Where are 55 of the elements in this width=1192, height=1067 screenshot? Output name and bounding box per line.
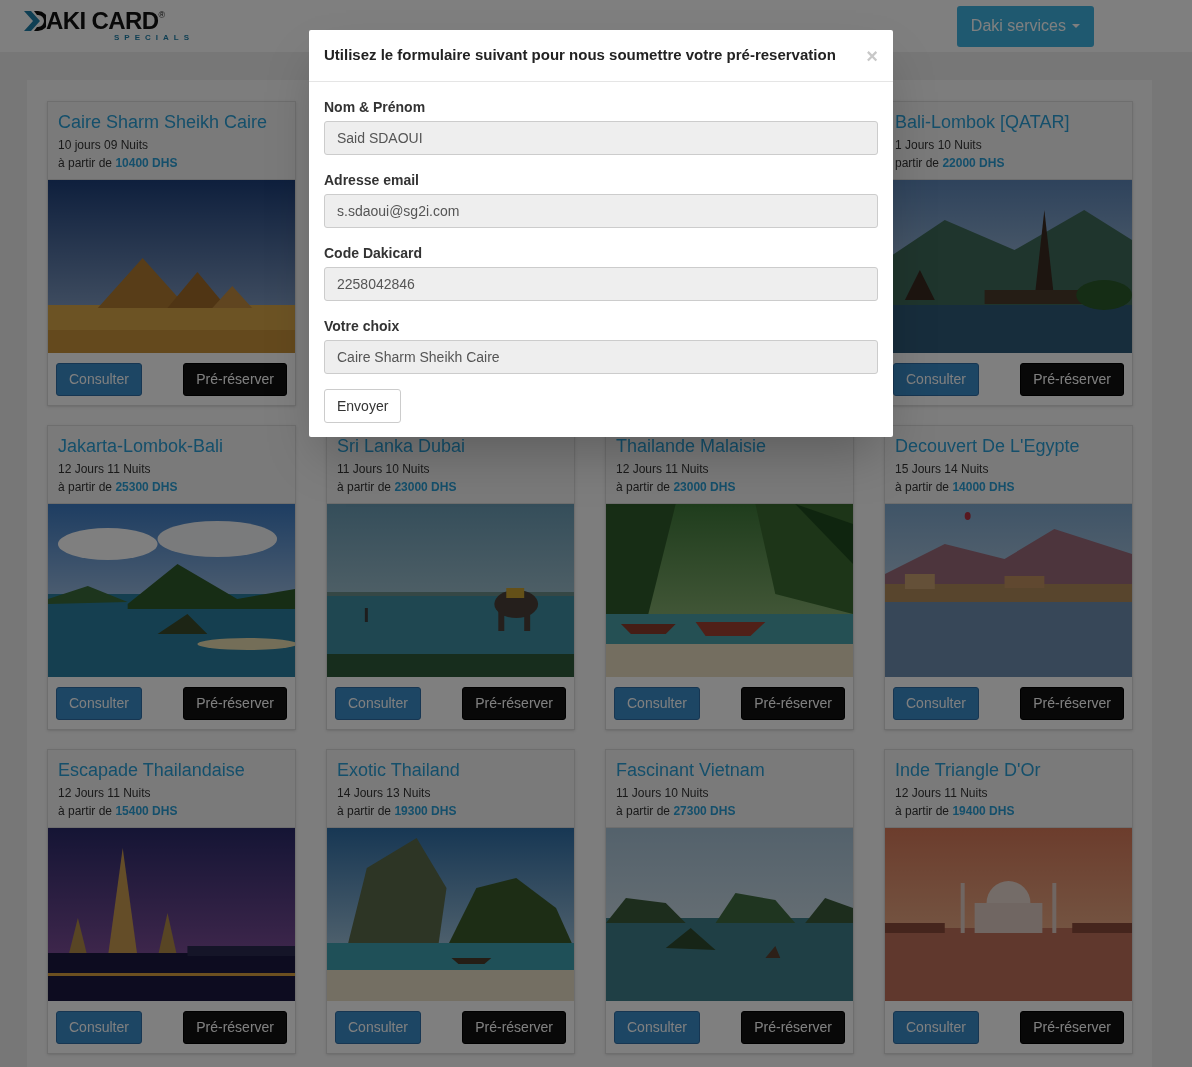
trip-price: à partir de 19300 DHS: [337, 803, 458, 820]
trip-price: à partir de 19400 DHS: [895, 803, 1016, 820]
trip-duration: 15 Jours 14 Nuits: [895, 461, 990, 478]
trip-title: Inde Triangle D'Or: [895, 759, 1042, 782]
trip-price: à partir de 15400 DHS: [58, 803, 179, 820]
pre-book-button[interactable]: Pré-réserver: [462, 1010, 566, 1044]
text-field[interactable]: 2258042846: [324, 267, 878, 301]
pre-book-button[interactable]: Pré-réserver: [462, 686, 566, 720]
pre-book-button[interactable]: Pré-réserver: [1020, 686, 1124, 720]
registered-mark: ®: [158, 9, 166, 20]
trip-duration: 12 Jours 11 Nuits: [58, 785, 152, 802]
trip-duration: 11 Jours 10 Nuits: [337, 461, 431, 478]
trip-title: Thailande Malaisie: [616, 435, 768, 458]
trip-title: Escapade Thailandaise: [58, 759, 246, 782]
trip-price: à partir de 10400 DHS: [58, 155, 179, 172]
trip-duration: 14 Jours 13 Nuits: [337, 785, 432, 802]
trip-price: partir de 22000 DHS: [895, 155, 1006, 172]
field-label: Code Dakicard: [324, 244, 424, 263]
field-label: Votre choix: [324, 317, 401, 336]
trip-duration: 12 Jours 11 Nuits: [58, 461, 152, 478]
trip-price: à partir de 23000 DHS: [337, 479, 458, 496]
chevron-logo-icon: [24, 11, 46, 31]
pre-book-button[interactable]: Pré-réserver: [183, 1010, 287, 1044]
trip-title: Fascinant Vietnam: [616, 759, 766, 782]
pre-book-button[interactable]: Pré-réserver: [183, 362, 287, 396]
caret-icon: [1072, 24, 1080, 28]
submit-button[interactable]: Envoyer: [324, 389, 402, 423]
trip-price: à partir de 23000 DHS: [616, 479, 737, 496]
trip-duration: 12 Jours 11 Nuits: [616, 461, 710, 478]
trip-duration: 12 Jours 11 Nuits: [895, 785, 989, 802]
field-label: Nom & Prénom: [324, 98, 427, 117]
trip-title: Caire Sharm Sheikh Caire: [58, 111, 269, 134]
dialog-title: Utilisez le formulaire suivant pour nous soumettre votre pré-reservation: [324, 45, 836, 66]
pre-book-button[interactable]: Pré-réserver: [183, 686, 287, 720]
pre-book-button[interactable]: Pré-réserver: [1020, 362, 1124, 396]
logo-text: AKI CARD: [46, 9, 159, 33]
text-field[interactable]: Said SDAOUI: [324, 121, 878, 155]
trip-price: à partir de 27300 DHS: [616, 803, 737, 820]
pre-book-button[interactable]: Pré-réserver: [741, 1010, 845, 1044]
trip-title: Decouvert De L'Egypte: [895, 435, 1081, 458]
trip-duration: 11 Jours 10 Nuits: [616, 785, 710, 802]
pre-book-button[interactable]: Pré-réserver: [741, 686, 845, 720]
text-field[interactable]: Caire Sharm Sheikh Caire: [324, 340, 878, 374]
text-field[interactable]: s.sdaoui@sg2i.com: [324, 194, 878, 228]
trip-title: Jakarta-Lombok-Bali: [58, 435, 225, 458]
logo-tagline: SPECIALS: [114, 33, 194, 43]
field-label: Adresse email: [324, 171, 420, 190]
trip-price: à partir de 25300 DHS: [58, 479, 179, 496]
trip-duration: 10 jours 09 Nuits: [58, 137, 150, 154]
trip-title: Exotic Thailand: [337, 759, 461, 782]
trip-price: à partir de 14000 DHS: [895, 479, 1016, 496]
trip-title: Bali-Lombok [QATAR]: [895, 111, 1071, 134]
pre-book-button[interactable]: Pré-réserver: [1020, 1010, 1124, 1044]
trip-duration: 1 Jours 10 Nuits: [895, 137, 983, 154]
trip-title: Sri Lanka Dubai: [337, 435, 467, 458]
